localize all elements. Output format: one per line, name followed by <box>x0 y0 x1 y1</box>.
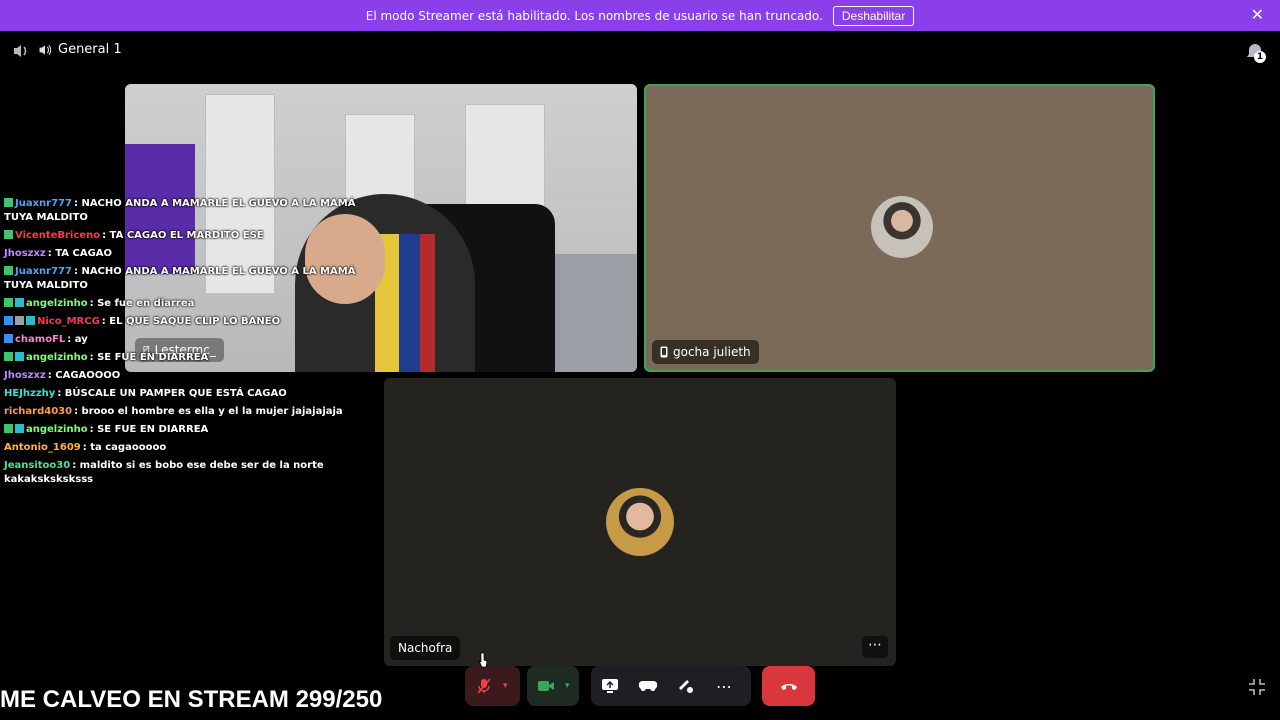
chat-username: VicenteBriceno <box>15 230 101 241</box>
chat-badge-icon <box>26 316 35 325</box>
participant-name: Nachofra <box>398 641 453 655</box>
chat-text: : brooo el hombre es ella y el la mujer … <box>74 406 343 417</box>
channel-name: General 1 <box>58 42 122 57</box>
chevron-down-icon[interactable]: ▾ <box>565 681 579 691</box>
chat-text: : SE FUE EN DIARREA <box>89 424 209 435</box>
exit-fullscreen-icon[interactable] <box>1248 678 1266 696</box>
avatar <box>606 488 674 556</box>
chat-badge-icon <box>4 334 13 343</box>
chat-username: Antonio_1609 <box>4 442 81 453</box>
camera-icon[interactable] <box>527 666 565 706</box>
participant-nameplate: Nachofra <box>390 636 461 660</box>
stream-chat-overlay: Juaxnr777: NACHO ANDA A MAMARLE EL GUEVO… <box>0 195 380 489</box>
action-control-group: ⋯ <box>591 666 751 706</box>
chat-badge-icon <box>4 266 13 275</box>
chat-username: Nico_MRCG <box>37 316 100 327</box>
chat-text: : TA CAGAO <box>47 248 113 259</box>
chat-message: Jeansitoo30: maldito si es bobo ese debe… <box>0 457 380 489</box>
chat-message: VicenteBriceno: TA CAGAO EL MARDITO ESE <box>0 227 380 245</box>
chat-message: angelzinho: SE FUE EN DIARREA <box>0 349 380 367</box>
voice-channel-icon <box>39 44 52 55</box>
chat-badge-icon <box>4 198 13 207</box>
participant-nameplate: gocha julieth <box>652 340 759 364</box>
chat-username: angelzinho <box>26 352 88 363</box>
mic-control-group: ▾ <box>465 666 520 706</box>
camera-control-group: ▾ <box>527 666 579 706</box>
chat-message: chamoFL: ay <box>0 331 380 349</box>
call-header: General 1 1 <box>0 31 1280 71</box>
chat-username: chamoFL <box>15 334 66 345</box>
mobile-icon <box>660 346 668 358</box>
chat-message: Jhoszxz: TA CAGAO <box>0 245 380 263</box>
chat-badge-icon <box>15 316 24 325</box>
chat-username: richard4030 <box>4 406 73 417</box>
chat-text: : Se fue en diarrea <box>89 298 195 309</box>
chat-text: : SE FUE EN DIARREA <box>89 352 209 363</box>
activity-icon[interactable] <box>629 666 667 706</box>
stream-title-overlay: ME CALVEO EN STREAM 299/250 <box>0 686 383 713</box>
chat-message: Jhoszxz: CAGAOOOO <box>0 367 380 385</box>
chat-badge-icon <box>15 352 24 361</box>
chat-message: Juaxnr777: NACHO ANDA A MAMARLE EL GUEVO… <box>0 195 380 227</box>
chat-username: Juaxnr777 <box>15 266 72 277</box>
video-tile-nachofra[interactable]: Nachofra ⋯ <box>384 378 896 666</box>
chat-message: HEJhzzhy: BÚSCALE UN PAMPER QUE ESTÁ CAG… <box>0 385 380 403</box>
chat-badge-icon <box>15 298 24 307</box>
chat-username: angelzinho <box>26 424 88 435</box>
screen-share-icon[interactable] <box>591 666 629 706</box>
hangup-icon <box>780 684 797 690</box>
banner-message: El modo Streamer está habilitado. Los no… <box>365 8 823 23</box>
mic-muted-icon[interactable] <box>465 666 503 706</box>
chat-text: : CAGAOOOO <box>47 370 121 381</box>
chat-username: Jhoszxz <box>4 370 46 381</box>
chat-badge-icon <box>4 316 13 325</box>
chat-badge-icon <box>15 424 24 433</box>
chat-username: Jeansitoo30 <box>4 460 71 471</box>
channel-title: General 1 <box>38 42 122 57</box>
disable-streamer-mode-button[interactable]: Deshabilitar <box>832 5 915 26</box>
chat-badge-icon <box>4 298 13 307</box>
hangup-button[interactable] <box>762 666 815 706</box>
chevron-down-icon[interactable]: ▾ <box>503 681 517 691</box>
chat-username: HEJhzzhy <box>4 388 56 399</box>
chat-message: richard4030: brooo el hombre es ella y e… <box>0 403 380 421</box>
tile-more-button[interactable]: ⋯ <box>862 636 888 658</box>
chat-message: Juaxnr777: NACHO ANDA A MAMARLE EL GUEVO… <box>0 263 380 295</box>
voice-call-window: El modo Streamer está habilitado. Los no… <box>0 0 1280 720</box>
close-icon[interactable]: ✕ <box>1251 7 1264 23</box>
soundboard-icon[interactable] <box>667 666 705 706</box>
chat-text: : BÚSCALE UN PAMPER QUE ESTÁ CAGAO <box>57 388 287 399</box>
more-icon[interactable]: ⋯ <box>705 666 743 706</box>
mouse-cursor <box>478 652 488 668</box>
chat-badge-icon <box>4 424 13 433</box>
participant-name: gocha julieth <box>673 345 751 359</box>
chat-message: angelzinho: SE FUE EN DIARREA <box>0 421 380 439</box>
chat-badge-icon <box>4 352 13 361</box>
chat-message: Antonio_1609: ta cagaooooo <box>0 439 380 457</box>
chat-text: : TA CAGAO EL MARDITO ESE <box>102 230 264 241</box>
chat-text: : EL QUE SAQUE CLIP LO BANEO <box>101 316 281 327</box>
chat-text: : ta cagaooooo <box>82 442 167 453</box>
video-tile-gocha-julieth[interactable]: gocha julieth <box>644 84 1155 372</box>
inbox-badge: 1 <box>1254 51 1266 63</box>
chat-badge-icon <box>4 230 13 239</box>
chat-username: Jhoszxz <box>4 248 46 259</box>
streamer-mode-banner: El modo Streamer está habilitado. Los no… <box>0 0 1280 31</box>
chat-message: Nico_MRCG: EL QUE SAQUE CLIP LO BANEO <box>0 313 380 331</box>
avatar <box>871 196 933 258</box>
chat-username: Juaxnr777 <box>15 198 72 209</box>
chat-username: angelzinho <box>26 298 88 309</box>
speaker-icon[interactable] <box>12 43 30 59</box>
chat-text: : ay <box>67 334 88 345</box>
chat-message: angelzinho: Se fue en diarrea <box>0 295 380 313</box>
